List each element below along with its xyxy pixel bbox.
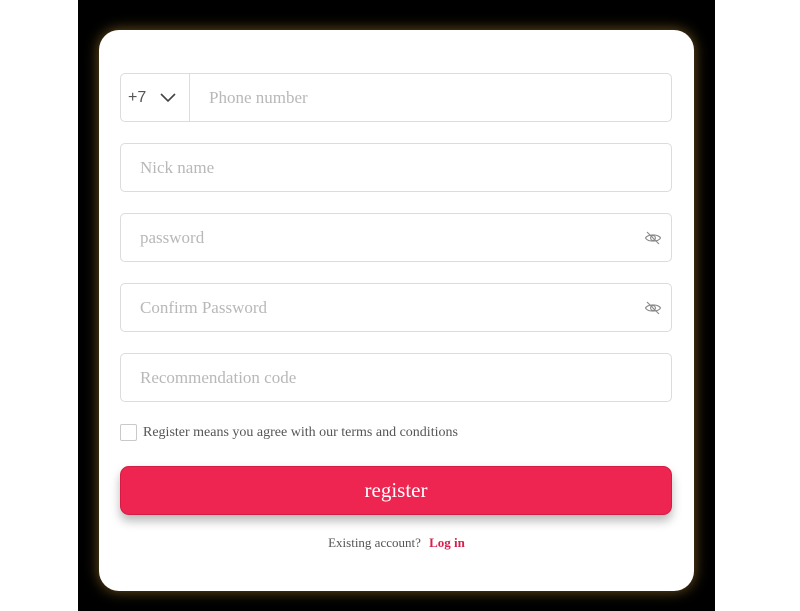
terms-checkbox[interactable] xyxy=(120,424,137,441)
nickname-input[interactable] xyxy=(121,144,671,191)
nickname-field-group xyxy=(120,143,672,192)
existing-account-text: Existing account? xyxy=(328,535,421,550)
login-link[interactable]: Log in xyxy=(429,535,465,550)
confirm-password-field-group xyxy=(120,283,672,332)
terms-label: Register means you agree with our terms … xyxy=(143,424,458,440)
register-card: +7 Phone number Nick name Recommendation… xyxy=(99,30,694,591)
recommendation-code-input[interactable] xyxy=(121,354,671,401)
country-code-value: +7 xyxy=(128,88,147,106)
terms-agreement: Register means you agree with our terms … xyxy=(120,424,458,441)
password-field-group xyxy=(120,213,672,262)
confirm-password-input[interactable] xyxy=(121,284,642,331)
phone-field-group: +7 xyxy=(120,73,672,122)
phone-number-input[interactable] xyxy=(190,74,671,121)
eye-off-icon[interactable] xyxy=(642,227,664,249)
eye-off-icon[interactable] xyxy=(642,297,664,319)
recommendation-code-field-group xyxy=(120,353,672,402)
password-input[interactable] xyxy=(121,214,642,261)
register-button[interactable]: register xyxy=(120,466,672,515)
chevron-down-icon xyxy=(160,92,176,103)
login-prompt: Existing account? Log in xyxy=(99,535,694,551)
country-code-select[interactable]: +7 xyxy=(121,74,190,121)
